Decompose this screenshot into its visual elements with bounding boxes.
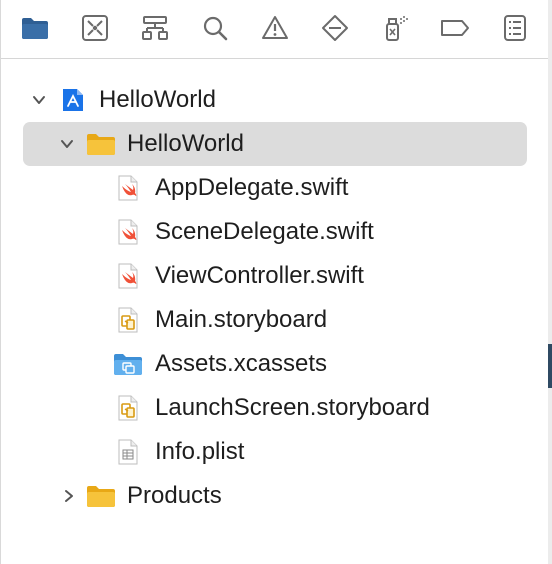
tree-row-label: Products [127, 482, 222, 509]
diamond-icon [322, 15, 348, 41]
tree-row-label: AppDelegate.swift [155, 174, 349, 201]
swift-file-icon [115, 263, 141, 289]
tree-row-label: Assets.xcassets [155, 350, 328, 377]
find-navigator-button[interactable] [197, 10, 233, 46]
project-navigator-button[interactable] [17, 10, 53, 46]
debug-spray-icon [386, 16, 408, 41]
navigator-toolbar [1, 0, 549, 59]
storyboard-file-icon [115, 307, 141, 333]
editor-edge-marker [548, 344, 552, 388]
tree-row-group[interactable]: HelloWorld [23, 122, 527, 166]
tree-row-label: HelloWorld [127, 130, 244, 157]
hierarchy-icon [142, 16, 168, 40]
symbol-navigator-button[interactable] [137, 10, 173, 46]
chevron-down-icon[interactable] [31, 92, 47, 108]
tree-row-file[interactable]: LaunchScreen.storyboard [23, 386, 527, 430]
tree-row-label: Main.storyboard [155, 306, 328, 333]
folder-icon [86, 131, 116, 157]
tree-row-file[interactable]: AppDelegate.swift [23, 166, 527, 210]
tree-row-project[interactable]: HelloWorld [23, 78, 527, 122]
source-control-icon [82, 15, 108, 41]
xcode-project-icon [60, 87, 86, 113]
project-navigator: HelloWorld HelloWorld AppDelegate.swift … [0, 0, 549, 564]
tree-row-products[interactable]: Products [23, 474, 527, 518]
search-icon [203, 16, 228, 41]
asset-catalog-icon [113, 351, 143, 377]
debug-navigator-button[interactable] [377, 10, 413, 46]
chevron-right-icon[interactable] [61, 488, 77, 504]
warning-icon [262, 16, 288, 39]
tree-row-label: LaunchScreen.storyboard [155, 394, 430, 421]
tree-row-file[interactable]: Assets.xcassets [23, 342, 527, 386]
tag-icon [441, 20, 469, 36]
breakpoint-navigator-button[interactable] [437, 10, 473, 46]
tree-row-label: ViewController.swift [155, 262, 364, 289]
report-icon [504, 15, 526, 41]
swift-file-icon [115, 219, 141, 245]
tree-row-file[interactable]: Info.plist [23, 430, 527, 474]
tree-row-label: HelloWorld [99, 86, 216, 113]
chevron-down-icon[interactable] [59, 136, 75, 152]
plist-file-icon [115, 439, 141, 465]
swift-file-icon [115, 175, 141, 201]
source-control-navigator-button[interactable] [77, 10, 113, 46]
tree-row-label: SceneDelegate.swift [155, 218, 374, 245]
folder-icon [86, 483, 116, 509]
report-navigator-button[interactable] [497, 10, 533, 46]
issue-navigator-button[interactable] [257, 10, 293, 46]
storyboard-file-icon [115, 395, 141, 421]
tree-row-label: Info.plist [155, 438, 245, 465]
tree-row-file[interactable]: ViewController.swift [23, 254, 527, 298]
tree-row-file[interactable]: Main.storyboard [23, 298, 527, 342]
tree-row-file[interactable]: SceneDelegate.swift [23, 210, 527, 254]
editor-edge [548, 0, 552, 564]
folder-icon [22, 18, 48, 39]
test-navigator-button[interactable] [317, 10, 353, 46]
